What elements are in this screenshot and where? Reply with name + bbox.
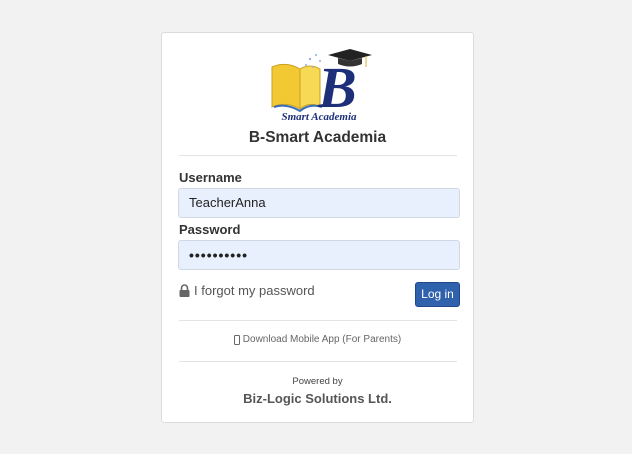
school-logo: B Smart Academia	[271, 49, 372, 123]
powered-by-label: Powered by	[292, 376, 343, 387]
password-label: Password	[179, 222, 241, 237]
forgot-password-label: I forgot my password	[194, 283, 315, 298]
username-label: Username	[179, 170, 242, 185]
divider	[179, 361, 457, 362]
download-mobile-app-link[interactable]: Download Mobile App (For Parents)	[162, 334, 473, 345]
divider	[179, 320, 457, 321]
lock-icon	[179, 284, 190, 297]
book-icon	[271, 63, 323, 113]
mobile-phone-icon	[233, 334, 240, 345]
username-input[interactable]: TeacherAnna	[178, 188, 460, 218]
divider	[179, 155, 457, 156]
logo-text: Smart Academia	[281, 111, 357, 123]
login-card: B Smart Academia B-Smart Academia Userna…	[161, 32, 474, 423]
download-label: Download Mobile App (For Parents)	[242, 334, 402, 345]
school-name: B-Smart Academia	[248, 129, 387, 146]
company-name: Biz-Logic Solutions Ltd.	[243, 391, 392, 406]
forgot-password-link[interactable]: I forgot my password	[179, 283, 315, 298]
login-button[interactable]: Log in	[415, 282, 460, 307]
password-input[interactable]: ••••••••••	[178, 240, 460, 270]
